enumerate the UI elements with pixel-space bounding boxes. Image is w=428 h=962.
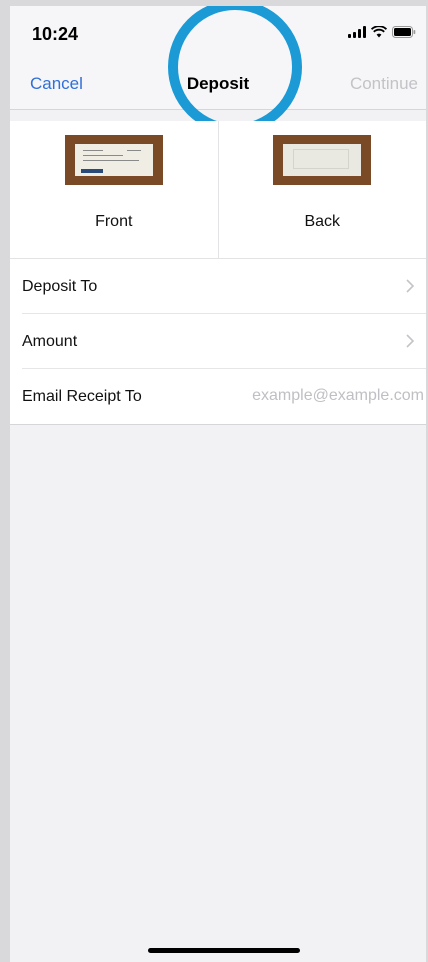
- chevron-right-icon: [406, 279, 415, 298]
- deposit-screen: 10:24 Cancel Deposit Continue Front Back…: [0, 0, 428, 962]
- check-front-image: [64, 135, 163, 185]
- signal-icon: [348, 26, 366, 38]
- check-back-image: [273, 135, 372, 185]
- status-time: 10:24: [32, 24, 79, 44]
- check-images: Front Back: [10, 121, 426, 259]
- wifi-icon: [371, 26, 387, 38]
- battery-icon: [392, 26, 416, 38]
- chevron-right-icon: [406, 334, 415, 353]
- continue-button[interactable]: Continue: [350, 74, 418, 94]
- email-receipt-input[interactable]: [234, 384, 424, 408]
- amount-label: Amount: [22, 332, 78, 350]
- deposit-to-row[interactable]: Deposit To: [10, 259, 426, 314]
- amount-row[interactable]: Amount: [10, 314, 426, 369]
- check-front[interactable]: Front: [10, 121, 218, 258]
- navigation-bar: Cancel Deposit Continue: [10, 62, 426, 110]
- check-back[interactable]: Back: [217, 121, 427, 258]
- check-back-label: Back: [304, 213, 341, 230]
- email-receipt-label: Email Receipt To: [22, 387, 142, 405]
- status-icons: [348, 26, 416, 38]
- check-front-label: Front: [95, 213, 133, 230]
- email-receipt-row: Email Receipt To: [10, 369, 426, 424]
- deposit-to-label: Deposit To: [22, 277, 98, 295]
- status-bar: 10:24: [10, 6, 426, 62]
- home-indicator: [148, 948, 300, 953]
- deposit-form: Deposit To Amount Email Receipt To: [10, 259, 426, 425]
